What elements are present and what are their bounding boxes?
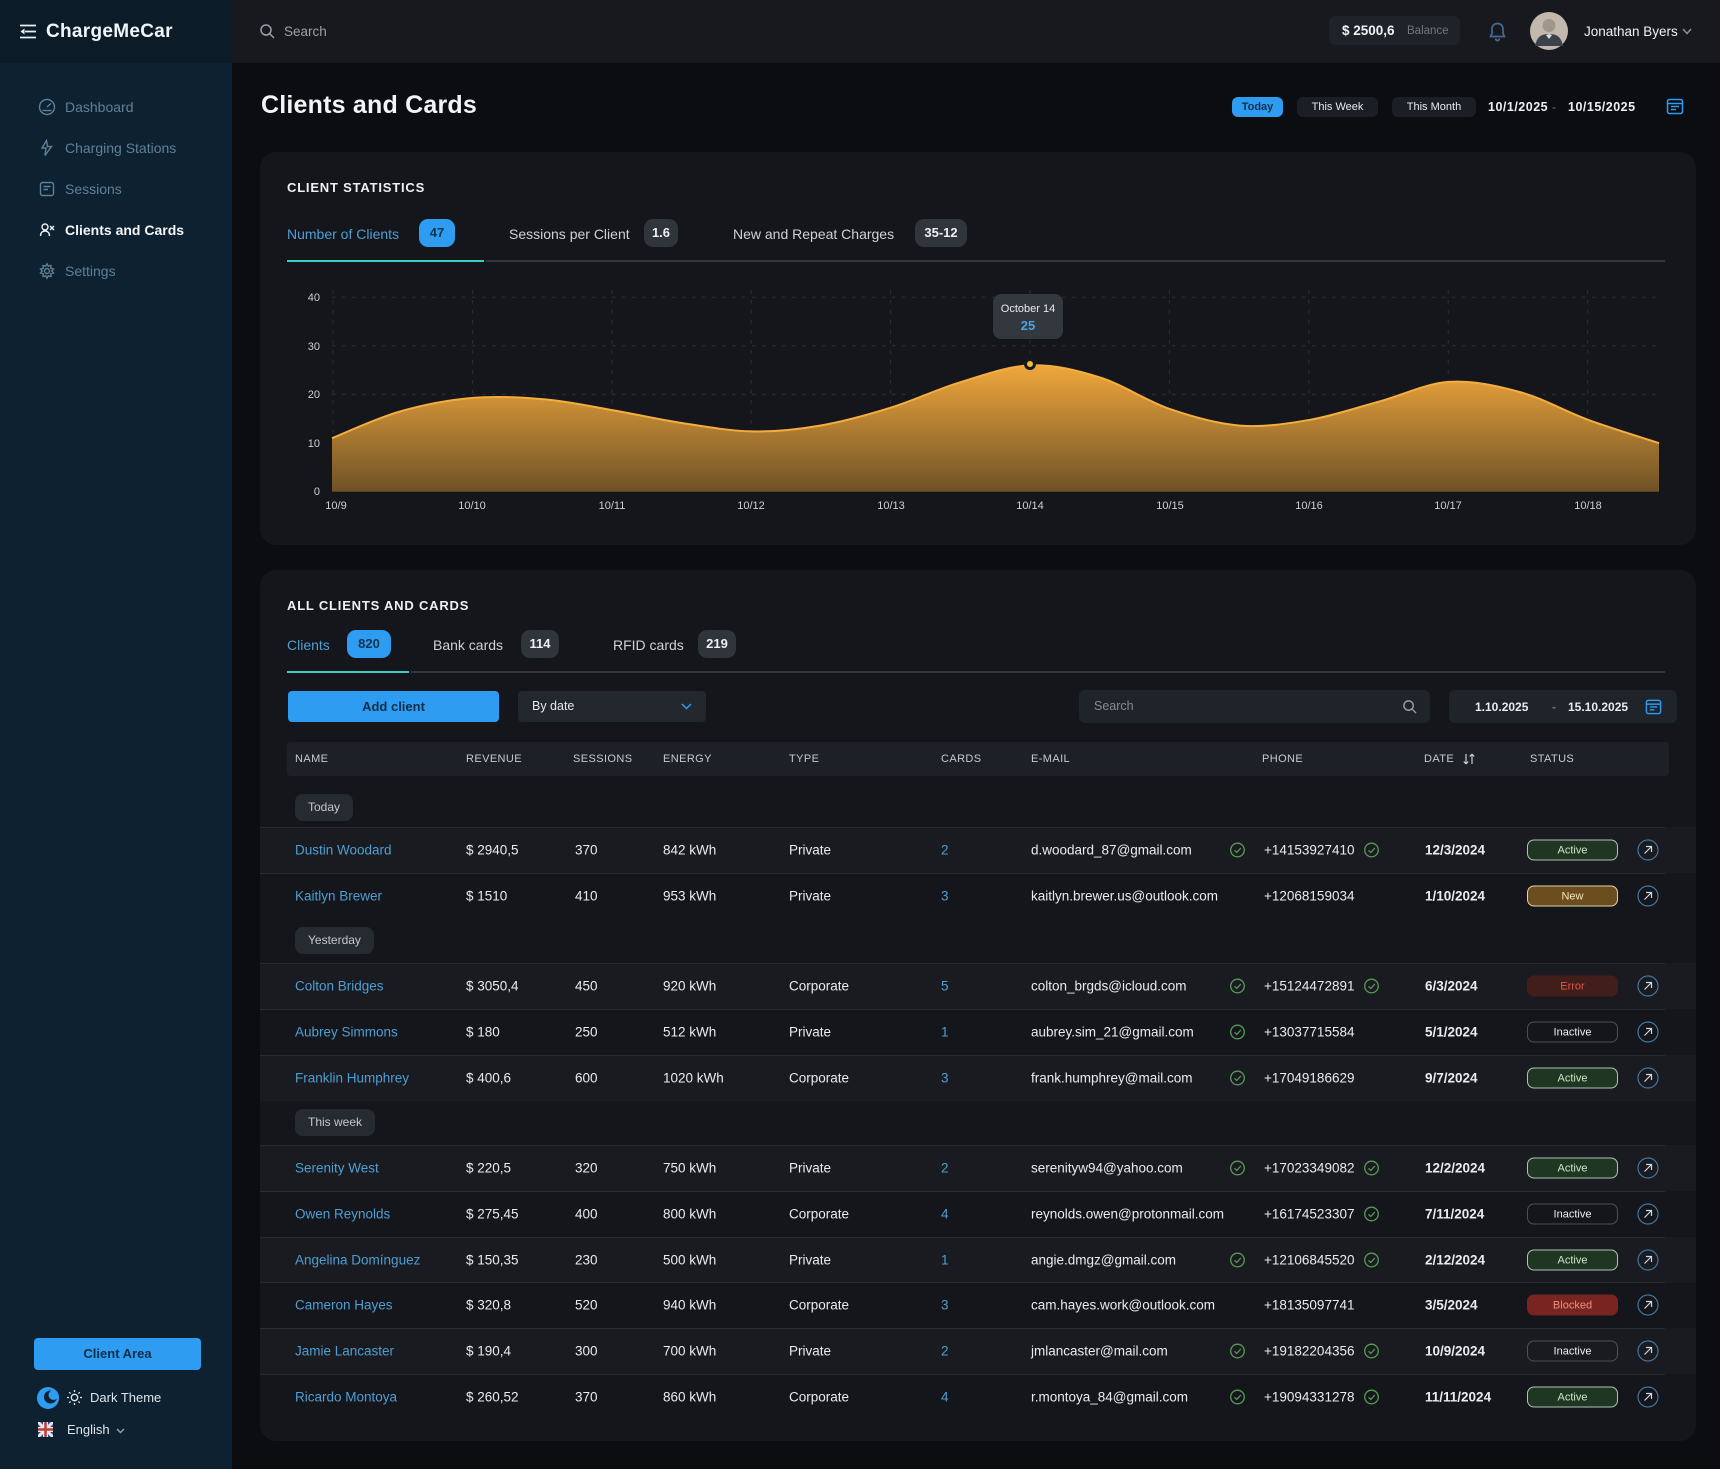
svg-text:10/17: 10/17 — [1434, 500, 1462, 512]
svg-text:10/16: 10/16 — [1295, 500, 1323, 512]
svg-text:October 14: October 14 — [1001, 303, 1055, 315]
svg-text:10/9: 10/9 — [325, 500, 346, 512]
svg-text:10/12: 10/12 — [737, 500, 765, 512]
svg-text:10/18: 10/18 — [1574, 500, 1602, 512]
svg-text:20: 20 — [308, 389, 320, 401]
svg-text:30: 30 — [308, 341, 320, 353]
svg-text:0: 0 — [314, 486, 320, 498]
svg-text:10/13: 10/13 — [877, 500, 905, 512]
svg-text:10/10: 10/10 — [458, 500, 486, 512]
svg-text:10/14: 10/14 — [1016, 500, 1044, 512]
svg-text:25: 25 — [1021, 318, 1035, 333]
svg-text:10: 10 — [308, 438, 320, 450]
svg-text:40: 40 — [308, 292, 320, 304]
svg-text:10/11: 10/11 — [599, 500, 626, 512]
svg-text:10/15: 10/15 — [1156, 500, 1184, 512]
